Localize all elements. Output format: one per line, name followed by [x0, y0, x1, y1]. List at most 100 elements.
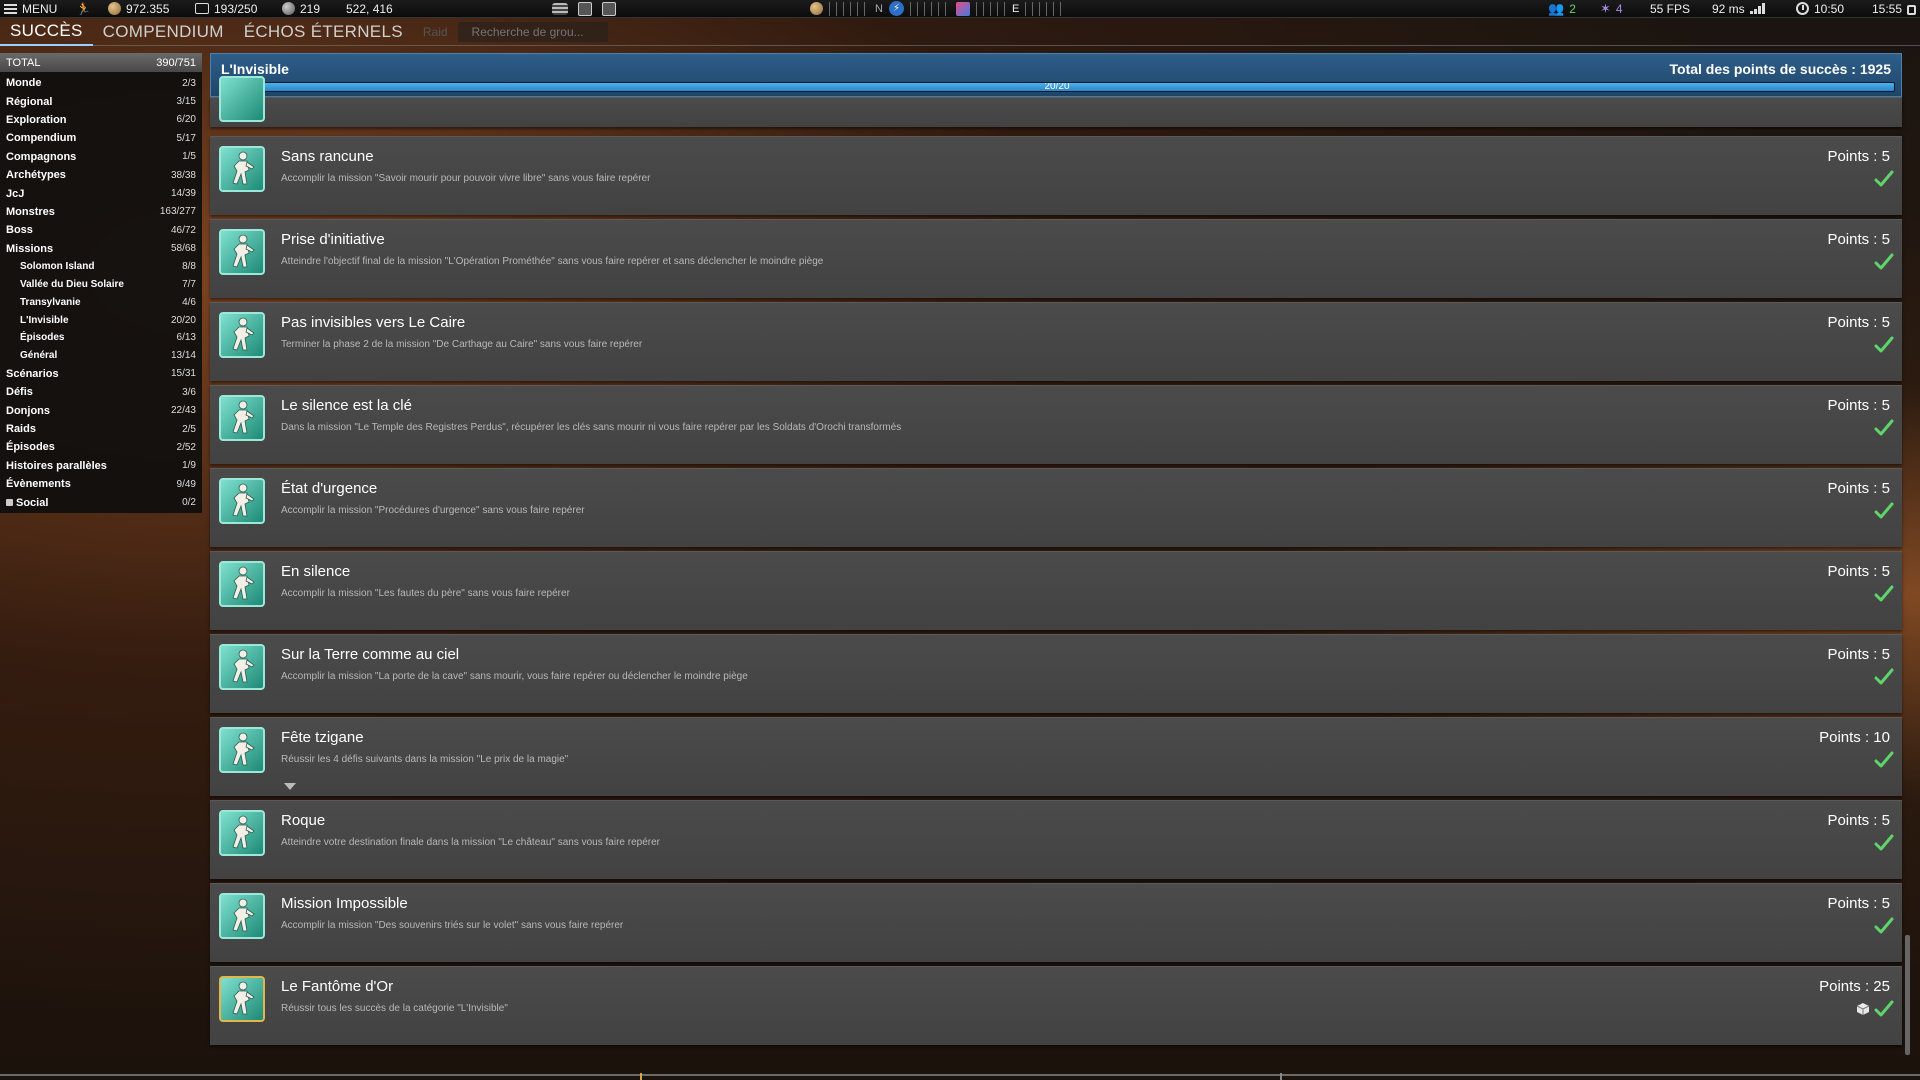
sidebar-item-label: Social	[16, 496, 49, 509]
achievement-row[interactable]: Fête tzigane Réussir les 4 défis suivants…	[210, 717, 1902, 796]
achievement-row-partial	[210, 76, 1902, 127]
coordinates: 522, 416	[346, 2, 393, 16]
star-count-value: 4	[1615, 1, 1623, 16]
sidebar-item-count: 2/52	[176, 441, 196, 453]
sidebar-item[interactable]: Boss 46/72	[0, 221, 202, 239]
sidebar-item-label: Boss	[6, 224, 33, 237]
sidebar-item[interactable]: Défis 3/6	[0, 383, 202, 401]
token-icon	[282, 2, 295, 15]
achievement-row[interactable]: Pas invisibles vers Le Caire Terminer la …	[210, 302, 1902, 381]
checkmark-icon	[1874, 335, 1894, 355]
menu-button[interactable]: MENU	[4, 2, 57, 16]
achievement-row[interactable]: État d'urgence Accomplir la mission "Proc…	[210, 468, 1902, 547]
achievement-description: Réussir tous les succès de la catégorie …	[281, 1003, 508, 1014]
runner-icon[interactable]: 🏃	[76, 2, 91, 16]
achievement-name: Sans rancune	[281, 148, 374, 165]
group-icon: 👥	[1548, 0, 1565, 16]
sidebar-total[interactable]: TOTAL 390/751	[0, 53, 202, 72]
tab-compendium[interactable]: Compendium	[93, 18, 234, 46]
tab-echos-eternels[interactable]: Échos éternels	[234, 18, 413, 46]
stack-icon[interactable]	[552, 2, 568, 15]
currency-a-value: 972.355	[126, 1, 170, 16]
sidebar-item-label: L'Invisible	[20, 314, 69, 326]
sidebar-item[interactable]: Compendium 5/17	[0, 129, 202, 147]
sidebar-item-count: 3/6	[182, 386, 196, 398]
sidebar-item[interactable]: L'Invisible 20/20	[0, 311, 202, 329]
achievement-points: Points : 5	[1827, 895, 1890, 912]
group-search-input[interactable]	[457, 21, 608, 42]
sidebar-item[interactable]: Solomon Island 8/8	[0, 258, 202, 276]
inventory[interactable]: 193/250	[195, 2, 257, 16]
stealth-figure-icon	[219, 229, 265, 275]
expand-arrow-icon[interactable]	[284, 783, 296, 790]
sidebar-item[interactable]: Épisodes 2/52	[0, 438, 202, 456]
compass-ticks	[829, 1, 869, 16]
sidebar-item[interactable]: JcJ 14/39	[0, 184, 202, 202]
sidebar-item[interactable]: Scénarios 15/31	[0, 365, 202, 383]
checkmark-icon	[1874, 750, 1894, 770]
achievement-description: Accomplir la mission "Procédures d'urgen…	[281, 505, 585, 516]
checkmark-icon	[1874, 584, 1894, 604]
sidebar-item[interactable]: Transylvanie 4/6	[0, 294, 202, 312]
sidebar-item[interactable]: Vallée du Dieu Solaire 7/7	[0, 276, 202, 294]
sidebar-item[interactable]: Social 0/2	[0, 493, 202, 511]
sidebar-item-label: Compagnons	[6, 150, 77, 163]
sidebar-item-count: 163/277	[159, 206, 196, 218]
sidebar-item[interactable]: Général 13/14	[0, 347, 202, 365]
achievement-name: Fête tzigane	[281, 729, 364, 746]
sidebar-item[interactable]: Compagnons 1/5	[0, 148, 202, 166]
sidebar-item-count: 9/49	[176, 478, 196, 490]
achievement-row[interactable]: Le silence est la clé Dans la mission "Le…	[210, 385, 1902, 464]
sidebar-item[interactable]: Missions 58/68	[0, 240, 202, 258]
sidebar-item-count: 2/3	[182, 77, 196, 89]
tab-succes[interactable]: Succès	[0, 18, 93, 46]
sidebar-item[interactable]: Histoires parallèles 1/9	[0, 457, 202, 475]
sidebar-item[interactable]: Raids 2/5	[0, 420, 202, 438]
achievement-description: Accomplir la mission "Savoir mourir pour…	[281, 173, 651, 184]
lock-ui[interactable]	[1907, 2, 1916, 15]
calendar-icon[interactable]	[578, 1, 592, 16]
sidebar-item-count: 6/13	[176, 332, 196, 344]
sidebar-item-count: 1/9	[182, 460, 196, 472]
achievement-points: Points : 5	[1827, 314, 1890, 331]
achievement-description: Accomplir la mission "La porte de la cav…	[281, 671, 748, 682]
sidebar-item[interactable]: Monde 2/3	[0, 74, 202, 92]
stealth-figure-icon	[219, 810, 265, 856]
achievement-description: Terminer la phase 2 de la mission "De Ca…	[281, 339, 643, 350]
sidebar-item-count: 4/6	[182, 296, 196, 308]
achievement-row[interactable]: Prise d'initiative Atteindre l'objectif f…	[210, 219, 1902, 298]
reward-box-icon[interactable]	[1856, 1002, 1870, 1016]
achievement-row[interactable]: Mission Impossible Accomplir la mission "…	[210, 883, 1902, 962]
grid-icon[interactable]	[602, 1, 616, 16]
sidebar-item-label: Compendium	[6, 132, 77, 145]
sidebar-item[interactable]: Monstres 163/277	[0, 203, 202, 221]
sidebar-item-count: 14/39	[170, 188, 196, 200]
sidebar-item-label: JcJ	[6, 187, 25, 200]
achievement-row[interactable]: En silence Accomplir la mission "Les faut…	[210, 551, 1902, 630]
achievement-row[interactable]: Sans rancune Accomplir la mission "Savoir…	[210, 136, 1902, 215]
list-scrollbar[interactable]	[1905, 935, 1910, 1055]
sidebar-item[interactable]: Archétypes 38/38	[0, 166, 202, 184]
sidebar-item[interactable]: Donjons 22/43	[0, 401, 202, 419]
star-icon: ✶	[1600, 0, 1611, 16]
achievement-name: État d'urgence	[281, 480, 378, 497]
achievement-row[interactable]: Roque Atteindre votre destination finale …	[210, 800, 1902, 879]
checkmark-icon	[1874, 501, 1894, 521]
sidebar-item-label: Défis	[6, 386, 33, 399]
sidebar-item[interactable]: Exploration 6/20	[0, 111, 202, 129]
achievement-row[interactable]: Le Fantôme d'Or Réussir tous les succès d…	[210, 966, 1902, 1045]
progress-label: 20/20	[1044, 82, 1070, 92]
category-title: L'Invisible	[221, 61, 289, 77]
star-count[interactable]: ✶ 4	[1600, 1, 1623, 17]
group-count[interactable]: 👥 2	[1548, 1, 1576, 17]
category-progress-bar: 20/20	[219, 82, 1895, 92]
sidebar-item[interactable]: Évènements 9/49	[0, 475, 202, 493]
sidebar-item-label: Évènements	[6, 478, 71, 491]
achievement-row[interactable]: Sur la Terre comme au ciel Accomplir la m…	[210, 634, 1902, 713]
raid-label: Raid	[422, 24, 448, 39]
sidebar-item[interactable]: Épisodes 6/13	[0, 329, 202, 347]
hamburger-icon	[4, 3, 17, 14]
achievement-points: Points : 5	[1827, 231, 1890, 248]
clock-icon	[1796, 2, 1809, 15]
sidebar-item[interactable]: Régional 3/15	[0, 92, 202, 110]
